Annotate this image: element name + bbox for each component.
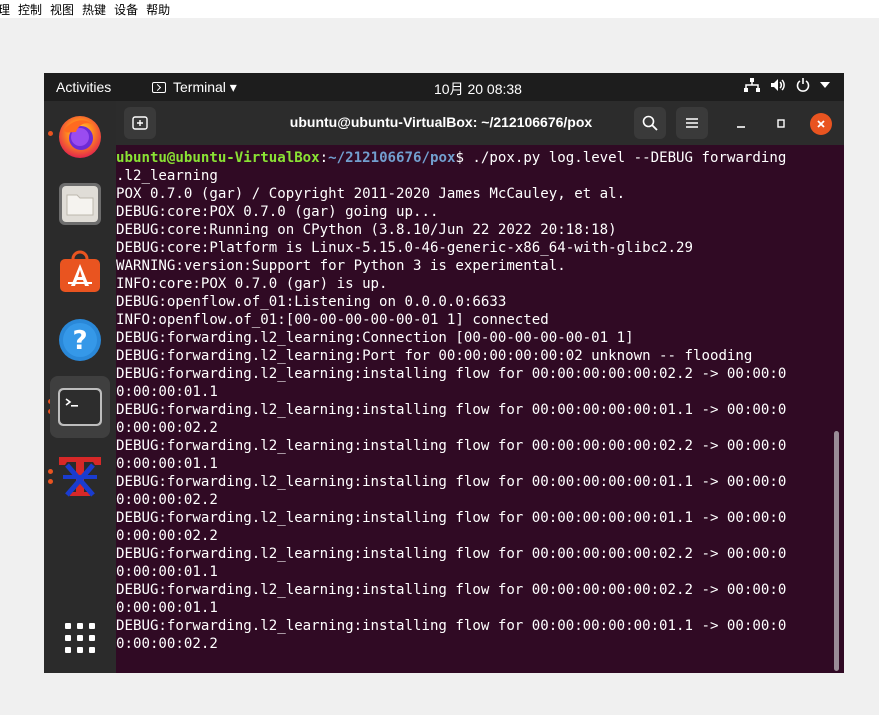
prompt-path: ~/212106676/pox	[328, 150, 456, 166]
output-line: DEBUG:forwarding.l2_learning:installing …	[116, 546, 787, 562]
maximize-button[interactable]	[770, 113, 792, 135]
menu-item-help[interactable]: 帮助	[146, 1, 178, 18]
prompt-separator: :	[319, 150, 329, 166]
output-line: WARNING:version:Support for Python 3 is …	[116, 258, 566, 274]
search-icon	[642, 115, 658, 131]
output-line: DEBUG:forwarding.l2_learning:installing …	[116, 474, 787, 490]
output-line: DEBUG:core:Running on CPython (3.8.10/Ju…	[116, 222, 617, 238]
output-line: 0:00:00:01.1	[116, 600, 218, 616]
dock-help[interactable]: ?	[50, 309, 110, 371]
output-line: DEBUG:forwarding.l2_learning:Port for 00…	[116, 348, 753, 364]
volume-icon	[771, 79, 785, 91]
chevron-down-icon	[820, 82, 830, 88]
system-tray[interactable]	[744, 78, 830, 92]
output-line: INFO:openflow.of_01:[00-00-00-00-00-01 1…	[116, 312, 549, 328]
output-lines: .l2_learning POX 0.7.0 (gar) / Copyright …	[116, 167, 831, 653]
new-tab-icon	[132, 116, 148, 130]
dock-software[interactable]	[50, 241, 110, 303]
output-line: DEBUG:openflow.of_01:Listening on 0.0.0.…	[116, 294, 507, 310]
output-line: DEBUG:forwarding.l2_learning:installing …	[116, 582, 787, 598]
app-menu[interactable]: Terminal ▾	[152, 79, 237, 96]
menu-item-machine[interactable]: 理	[0, 1, 18, 18]
output-line: DEBUG:core:POX 0.7.0 (gar) going up...	[116, 204, 439, 220]
close-button[interactable]	[810, 113, 832, 135]
menu-item-devices[interactable]: 设备	[114, 1, 146, 18]
network-icon	[744, 78, 760, 92]
minimize-button[interactable]	[730, 113, 752, 135]
firefox-icon	[59, 116, 101, 158]
help-icon: ?	[59, 319, 101, 361]
clock[interactable]: 10月 20 08:38	[434, 79, 522, 99]
close-icon	[817, 120, 825, 128]
prompt-command: $ ./pox.py log.level --DEBUG forwarding	[455, 150, 787, 166]
power-icon	[796, 78, 810, 92]
dock-firefox[interactable]	[50, 105, 110, 167]
window-title: ubuntu@ubuntu-VirtualBox: ~/212106676/po…	[289, 114, 593, 130]
output-line: DEBUG:forwarding.l2_learning:installing …	[116, 510, 787, 526]
terminal-window[interactable]: ubuntu@ubuntu-VirtualBox: ~/212106676/po…	[116, 101, 844, 673]
dock-show-apps[interactable]	[50, 607, 110, 669]
minimize-icon	[737, 126, 745, 128]
maximize-icon	[777, 119, 785, 128]
scrollbar[interactable]	[834, 431, 839, 671]
menu-item-hotkey[interactable]: 热键	[82, 1, 114, 18]
dock-terminal[interactable]	[50, 376, 110, 438]
output-line: DEBUG:forwarding.l2_learning:installing …	[116, 402, 787, 418]
output-line: DEBUG:core:Platform is Linux-5.15.0-46-g…	[116, 240, 693, 256]
new-tab-button[interactable]	[124, 107, 156, 139]
output-line: .l2_learning	[116, 168, 218, 184]
output-line: DEBUG:forwarding.l2_learning:installing …	[116, 366, 787, 382]
terminal-icon	[58, 388, 102, 426]
show-apps-icon	[65, 623, 95, 653]
dock-files[interactable]	[50, 173, 110, 235]
search-button[interactable]	[634, 107, 666, 139]
menu-item-control[interactable]: 控制	[18, 1, 50, 18]
terminal-small-icon	[152, 82, 166, 93]
svg-text:?: ?	[72, 326, 87, 356]
files-icon	[59, 183, 101, 225]
output-line: DEBUG:forwarding.l2_learning:installing …	[116, 438, 787, 454]
prompt-user: ubuntu@ubuntu-VirtualBox	[116, 150, 320, 166]
menu-button[interactable]	[676, 107, 708, 139]
output-line: 0:00:00:01.1	[116, 456, 218, 472]
vbox-menubar: 理 控制 视图 热键 设备 帮助	[0, 0, 879, 18]
gnome-top-bar: Activities Terminal ▾ 10月 20 08:38	[44, 73, 844, 101]
menu-item-view[interactable]: 视图	[50, 1, 82, 18]
software-icon	[60, 250, 100, 292]
ubuntu-desktop: Activities Terminal ▾ 10月 20 08:38 ? ubu…	[44, 73, 844, 673]
output-line: 0:00:00:02.2	[116, 420, 218, 436]
output-line: DEBUG:forwarding.l2_learning:Connection …	[116, 330, 634, 346]
prompt-line: ubuntu@ubuntu-VirtualBox:~/212106676/pox…	[116, 149, 831, 167]
tex-icon	[59, 457, 101, 497]
output-line: 0:00:00:01.1	[116, 564, 218, 580]
app-menu-label: Terminal ▾	[173, 79, 237, 95]
output-line: 0:00:00:02.2	[116, 636, 218, 652]
terminal-output[interactable]: ubuntu@ubuntu-VirtualBox:~/212106676/pox…	[116, 149, 831, 669]
output-line: 0:00:00:02.2	[116, 492, 218, 508]
hamburger-icon	[686, 118, 698, 128]
activities-button[interactable]: Activities	[56, 79, 111, 95]
ubuntu-dock: ?	[44, 101, 116, 673]
output-line: 0:00:00:01.1	[116, 384, 218, 400]
output-line: INFO:core:POX 0.7.0 (gar) is up.	[116, 276, 388, 292]
output-line: 0:00:00:02.2	[116, 528, 218, 544]
terminal-headerbar[interactable]: ubuntu@ubuntu-VirtualBox: ~/212106676/po…	[116, 101, 844, 145]
dock-tex[interactable]	[50, 445, 110, 507]
output-line: POX 0.7.0 (gar) / Copyright 2011-2020 Ja…	[116, 186, 626, 202]
output-line: DEBUG:forwarding.l2_learning:installing …	[116, 618, 787, 634]
